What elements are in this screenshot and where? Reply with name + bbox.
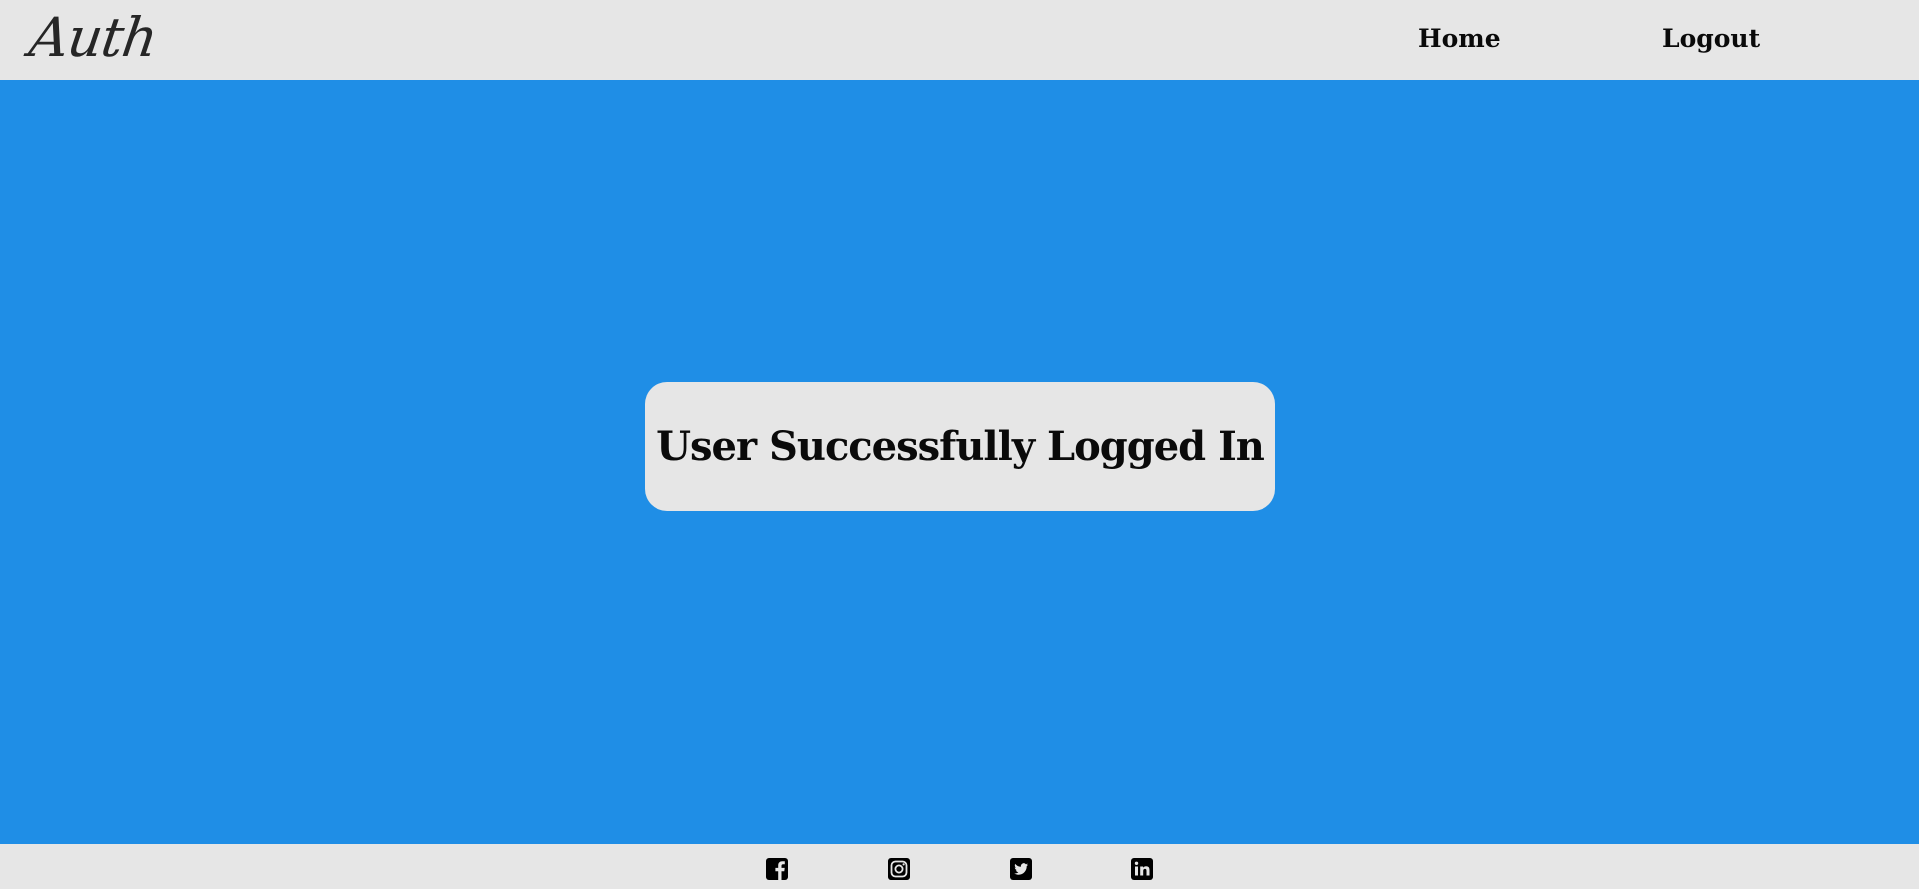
twitter-icon[interactable] (1009, 857, 1033, 881)
nav-logout-link[interactable]: Logout (1662, 22, 1760, 56)
footer (0, 844, 1919, 889)
facebook-icon[interactable] (765, 857, 789, 881)
instagram-icon[interactable] (887, 857, 911, 881)
nav-home-link[interactable]: Home (1418, 22, 1501, 56)
main-content: User Successfully Logged In (0, 80, 1919, 844)
page: Auth Home Logout User Successfully Logge… (0, 0, 1919, 889)
linkedin-icon[interactable] (1130, 857, 1154, 881)
success-message-card: User Successfully Logged In (645, 382, 1275, 511)
logo[interactable]: Auth (26, 6, 161, 70)
success-message: User Successfully Logged In (656, 423, 1265, 470)
navbar: Auth Home Logout (0, 0, 1919, 80)
